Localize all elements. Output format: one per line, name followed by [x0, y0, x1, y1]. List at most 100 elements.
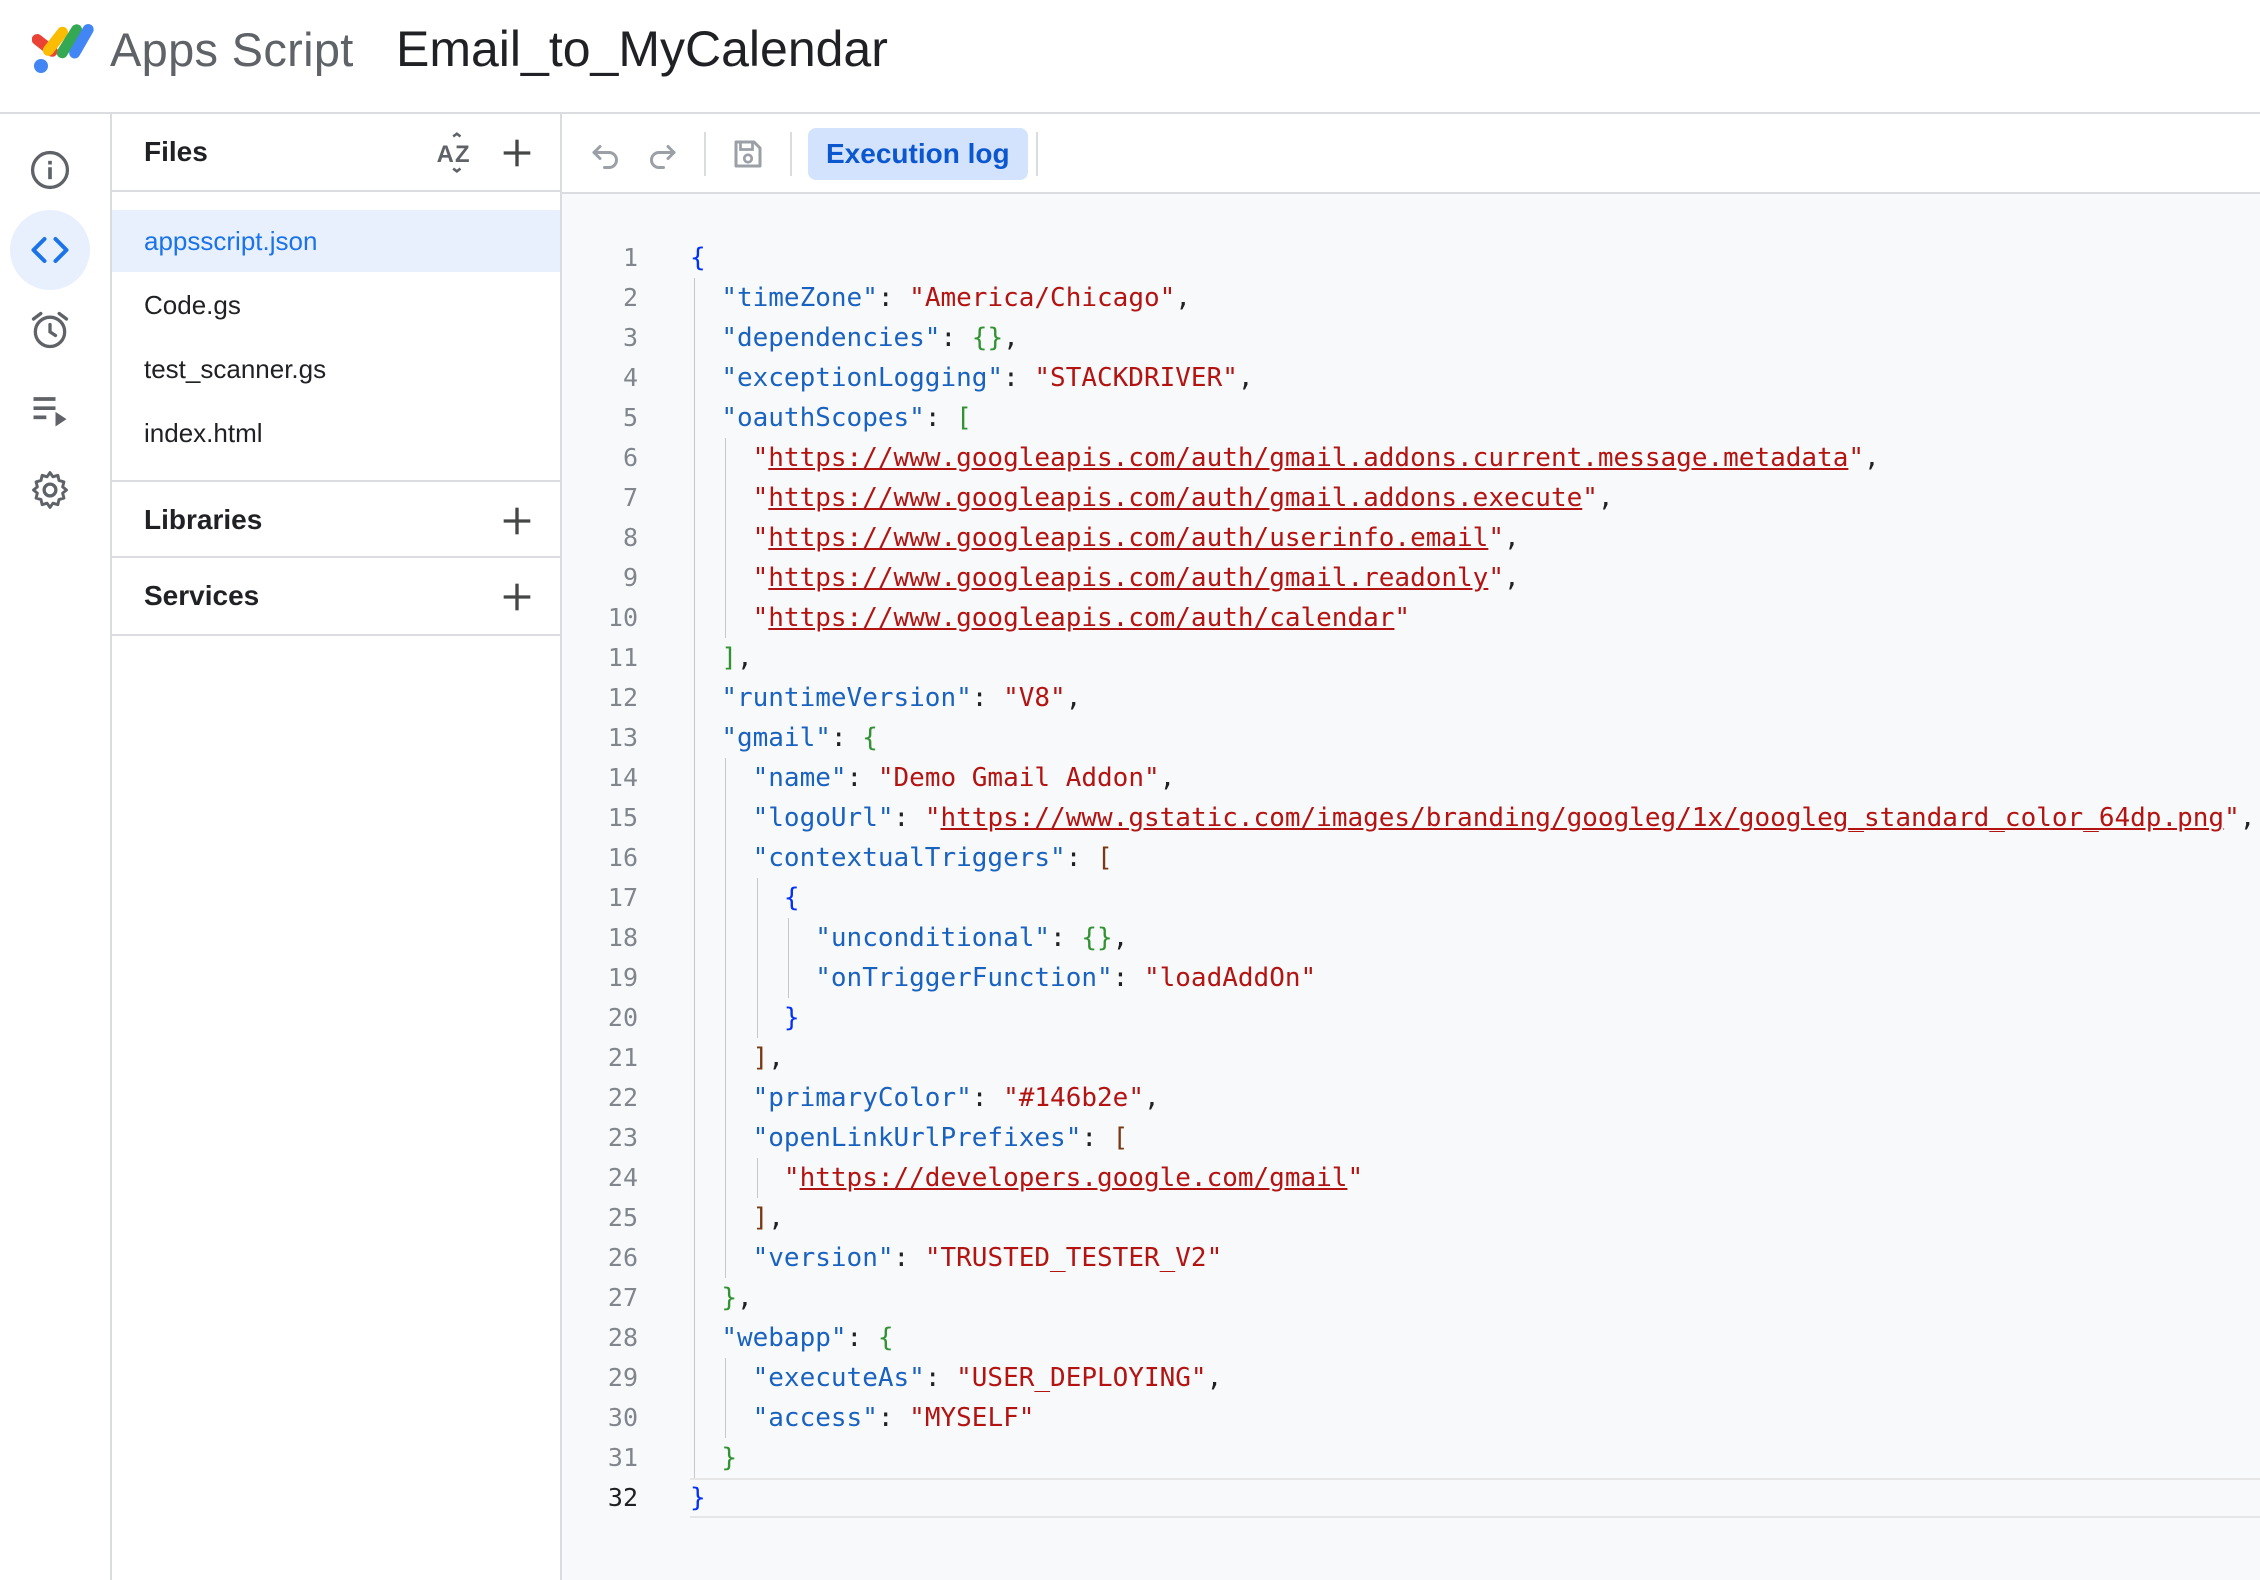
line-number: 3: [622, 323, 638, 352]
settings-button[interactable]: [10, 450, 90, 530]
add-library-button[interactable]: [492, 496, 542, 546]
toolbar-divider: [704, 132, 706, 176]
code-line: "access": "MYSELF": [690, 1398, 2255, 1438]
code-editor[interactable]: 1 2 3 4 5 6 7 8 9 10 11 12 13 14 15 16 17 18 19 20 21 22 23 24 2…: [562, 194, 2260, 1580]
line-number: 30: [607, 1403, 638, 1432]
sort-az-icon: A Z: [437, 132, 470, 173]
line-number: 20: [607, 1003, 638, 1032]
file-item-test-scanner-gs[interactable]: test_scanner.gs: [112, 338, 560, 400]
toolbar-divider: [1036, 132, 1038, 176]
line-number: 25: [607, 1203, 638, 1232]
code-line: "gmail": {: [690, 718, 2255, 758]
line-number: 16: [607, 843, 638, 872]
services-header: Services: [112, 558, 560, 636]
code-line: "contextualTriggers": [: [690, 838, 2255, 878]
code-line: "oauthScopes": [: [690, 398, 2255, 438]
code-line: "executeAs": "USER_DEPLOYING",: [690, 1358, 2255, 1398]
code-line: "https://www.googleapis.com/auth/gmail.a…: [690, 438, 2255, 478]
product-name[interactable]: Apps Script: [110, 22, 354, 77]
code-line: }: [690, 998, 2255, 1038]
code-line: "https://www.googleapis.com/auth/userinf…: [690, 518, 2255, 558]
editor-button[interactable]: [10, 210, 90, 290]
files-header: Files A Z: [112, 114, 560, 192]
line-number: 26: [607, 1243, 638, 1272]
redo-button[interactable]: [640, 132, 684, 176]
line-number: 12: [607, 683, 638, 712]
executions-button[interactable]: [10, 370, 90, 450]
code-line: "name": "Demo Gmail Addon",: [690, 758, 2255, 798]
line-number: 27: [607, 1283, 638, 1312]
line-number: 5: [622, 403, 638, 432]
editor-toolbar: Execution log: [562, 114, 2260, 194]
line-number: 23: [607, 1123, 638, 1152]
code-line: "dependencies": {},: [690, 318, 2255, 358]
code-line: ],: [690, 638, 2255, 678]
code-line: }: [690, 1483, 706, 1513]
apps-script-logo-icon[interactable]: [32, 20, 98, 76]
line-number: 9: [622, 563, 638, 592]
code-content[interactable]: { "timeZone": "America/Chicago", "depend…: [690, 238, 2255, 1518]
svg-text:Z: Z: [455, 141, 470, 168]
save-icon: [734, 140, 762, 168]
plus-icon: [503, 583, 531, 611]
left-nav-rail: [0, 114, 112, 1580]
line-number: 10: [607, 603, 638, 632]
line-number: 32: [607, 1483, 638, 1512]
project-title[interactable]: Email_to_MyCalendar: [396, 20, 888, 78]
code-line: "unconditional": {},: [690, 918, 2255, 958]
code-line: "runtimeVersion": "V8",: [690, 678, 2255, 718]
line-number: 4: [622, 363, 638, 392]
line-number: 14: [607, 763, 638, 792]
libraries-header: Libraries: [112, 480, 560, 558]
plus-icon: [503, 507, 531, 535]
alarm-clock-icon: [31, 311, 69, 349]
sort-files-button[interactable]: A Z: [430, 128, 480, 178]
info-icon: [30, 150, 70, 190]
line-number: 22: [607, 1083, 638, 1112]
code-line: {: [690, 878, 2255, 918]
line-number: 1: [622, 243, 638, 272]
code-line: ],: [690, 1198, 2255, 1238]
code-line: "timeZone": "America/Chicago",: [690, 278, 2255, 318]
code-line: {: [690, 243, 706, 273]
file-item-code-gs[interactable]: Code.gs: [112, 274, 560, 336]
redo-icon: [650, 145, 676, 169]
execution-log-button[interactable]: Execution log: [808, 128, 1028, 180]
add-file-button[interactable]: [492, 128, 542, 178]
services-label: Services: [144, 580, 260, 611]
add-service-button[interactable]: [492, 572, 542, 622]
code-line: "https://developers.google.com/gmail": [690, 1158, 2255, 1198]
line-number: 24: [607, 1163, 638, 1192]
triggers-button[interactable]: [10, 290, 90, 370]
code-line: "https://www.googleapis.com/auth/gmail.a…: [690, 478, 2255, 518]
toolbar-divider: [790, 132, 792, 176]
code-line: }: [690, 1438, 2255, 1478]
code-line: ],: [690, 1038, 2255, 1078]
line-number: 29: [607, 1363, 638, 1392]
files-panel: Files A Z appsscript.json Code.gs test_s…: [112, 114, 562, 1580]
code-line: "webapp": {: [690, 1318, 2255, 1358]
files-label: Files: [144, 136, 208, 167]
code-line: "openLinkUrlPrefixes": [: [690, 1118, 2255, 1158]
line-number: 31: [607, 1443, 638, 1472]
line-number: 17: [607, 883, 638, 912]
svg-text:A: A: [437, 141, 454, 168]
list-play-icon: [33, 397, 67, 427]
line-number-gutter: 1 2 3 4 5 6 7 8 9 10 11 12 13 14 15 16 17 18 19 20 21 22 23 24 2…: [562, 238, 638, 1518]
save-button[interactable]: [726, 132, 770, 176]
line-number: 8: [622, 523, 638, 552]
gear-icon: [32, 471, 68, 509]
code-line: "https://www.googleapis.com/auth/gmail.r…: [690, 558, 2255, 598]
line-number: 11: [607, 643, 638, 672]
code-line: },: [690, 1278, 2255, 1318]
line-number: 18: [607, 923, 638, 952]
undo-button[interactable]: [584, 132, 628, 176]
line-number: 21: [607, 1043, 638, 1072]
file-item-appsscript-json[interactable]: appsscript.json: [112, 210, 560, 272]
line-number: 28: [607, 1323, 638, 1352]
code-line: "https://www.googleapis.com/auth/calenda…: [690, 598, 2255, 638]
overview-button[interactable]: [10, 130, 90, 210]
file-item-index-html[interactable]: index.html: [112, 402, 560, 464]
line-number: 13: [607, 723, 638, 752]
app-header: Apps Script Email_to_MyCalendar: [0, 0, 2260, 114]
